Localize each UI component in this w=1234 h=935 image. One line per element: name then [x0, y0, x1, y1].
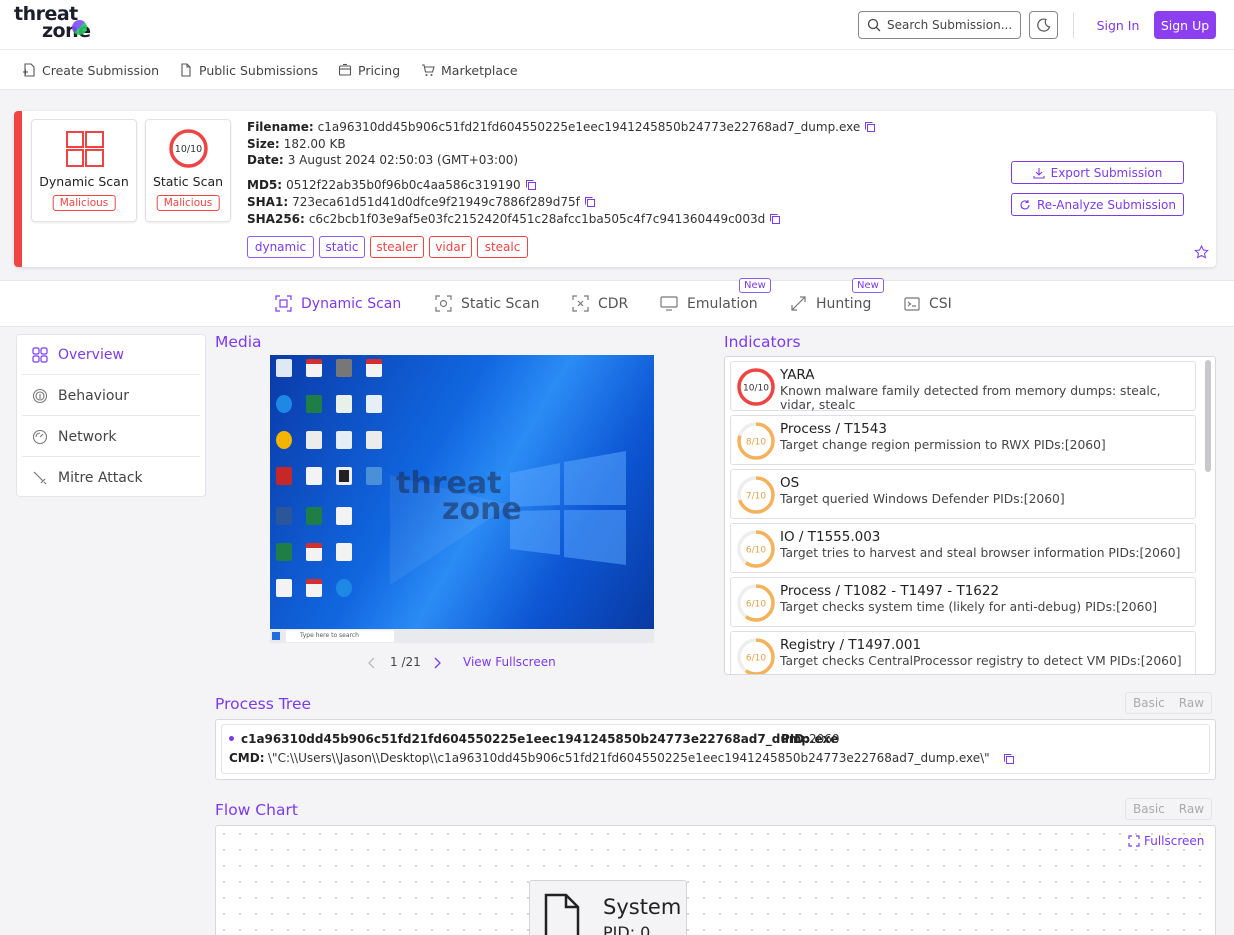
- file-icon: [544, 893, 580, 935]
- toggle-basic[interactable]: Basic: [1126, 799, 1172, 819]
- indicator-row[interactable]: 7/10 OS Target queried Windows Defender PI…: [730, 469, 1196, 519]
- indicator-description: Target change region permission to RWX P…: [780, 438, 1106, 452]
- process-tree-view-toggle: Basic Raw: [1125, 692, 1213, 714]
- toggle-raw[interactable]: Raw: [1172, 799, 1211, 819]
- indicator-score-ring: 10/10: [737, 368, 775, 406]
- indicator-description: Target checks system time (likely for an…: [780, 600, 1158, 614]
- toggle-basic[interactable]: Basic: [1126, 693, 1172, 713]
- indicator-score-ring: 8/10: [737, 422, 775, 460]
- indicator-score: 7/10: [746, 492, 766, 502]
- process-bullet: [229, 736, 234, 741]
- indicator-score: 10/10: [743, 384, 769, 394]
- process-tree-title: Process Tree: [215, 695, 312, 713]
- flow-node-system[interactable]: System PID: 0: [529, 880, 687, 935]
- flow-fullscreen-button[interactable]: Fullscreen: [1128, 834, 1204, 848]
- indicator-score: 6/10: [746, 654, 766, 664]
- flow-chart-view-toggle: Basic Raw: [1125, 798, 1213, 820]
- indicator-title: OS: [780, 475, 800, 491]
- indicator-description: Target queried Windows Defender PIDs:[20…: [780, 492, 1065, 506]
- copy-icon[interactable]: [1003, 753, 1015, 765]
- indicator-title: Process / T1082 - T1497 - T1622: [780, 583, 1000, 599]
- flow-chart-title: Flow Chart: [215, 801, 298, 819]
- indicator-title: Process / T1543: [780, 421, 887, 437]
- process-name: c1a96310dd45b906c51fd21fd604550225e1eec1…: [241, 732, 839, 746]
- indicator-description: Target tries to harvest and steal browse…: [780, 546, 1181, 560]
- indicator-score-ring: 6/10: [737, 530, 775, 568]
- indicator-row[interactable]: 6/10 Registry / T1497.001 Target checks Ce…: [730, 631, 1196, 674]
- indicator-score: 6/10: [746, 546, 766, 556]
- indicator-score-ring: 6/10: [737, 638, 775, 674]
- indicator-score-ring: 7/10: [737, 476, 775, 514]
- indicator-score-ring: 6/10: [737, 584, 775, 622]
- flow-chart-canvas[interactable]: [215, 825, 1216, 935]
- flow-node-title: System: [603, 895, 682, 919]
- indicator-row[interactable]: 8/10 Process / T1543 Target change region …: [730, 415, 1196, 465]
- cmd-value: \"C:\\Users\\Jason\\Desktop\\c1a96310dd4…: [268, 751, 990, 765]
- fullscreen-icon: [1128, 835, 1140, 847]
- indicator-description: Known malware family detected from memor…: [780, 384, 1161, 412]
- flow-node-pid: PID: 0: [603, 923, 651, 935]
- toggle-raw[interactable]: Raw: [1172, 693, 1211, 713]
- pid-label: PID:: [781, 732, 810, 746]
- indicators-scrollbar[interactable]: [1205, 360, 1211, 472]
- indicator-score: 8/10: [746, 438, 766, 448]
- indicator-title: IO / T1555.003: [780, 529, 881, 545]
- indicator-title: Registry / T1497.001: [780, 637, 922, 653]
- indicator-row[interactable]: 10/10 YARA Known malware family detected f…: [730, 361, 1196, 412]
- fullscreen-label: Fullscreen: [1144, 834, 1205, 848]
- cmd-label: CMD:: [229, 751, 265, 765]
- indicator-row[interactable]: 6/10 IO / T1555.003 Target tries to harves…: [730, 523, 1196, 573]
- indicator-row[interactable]: 6/10 Process / T1082 - T1497 - T1622 Targe…: [730, 577, 1196, 627]
- pid-value: 2060: [809, 732, 840, 746]
- indicator-title: YARA: [780, 367, 815, 383]
- indicator-score: 6/10: [746, 600, 766, 610]
- indicator-description: Target checks CentralProcessor registry …: [780, 654, 1182, 668]
